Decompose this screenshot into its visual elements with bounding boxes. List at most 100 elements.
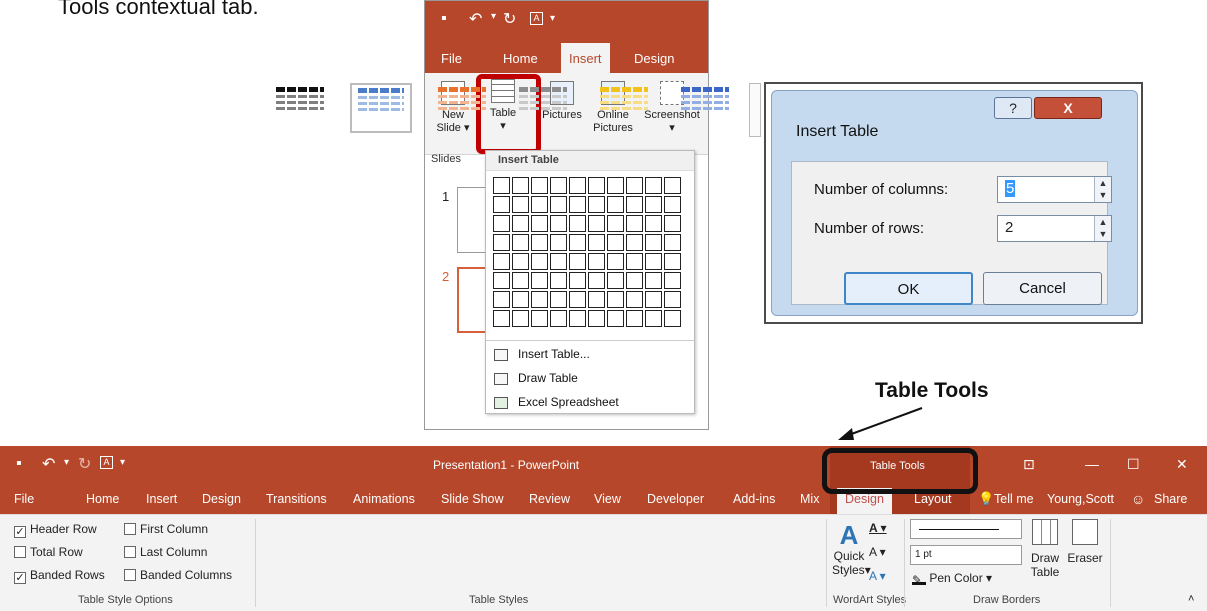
minimize-icon[interactable]: — [1085, 456, 1099, 472]
grid-cell[interactable] [588, 215, 605, 232]
grid-cell[interactable] [550, 177, 567, 194]
table-size-grid[interactable] [493, 177, 689, 327]
grid-cell[interactable] [588, 272, 605, 289]
grid-cell[interactable] [588, 234, 605, 251]
tab-mix[interactable]: Mix [800, 492, 819, 506]
text-outline-icon[interactable]: A ▾ [869, 545, 886, 559]
save-icon[interactable]: ▪ [16, 455, 22, 473]
grid-cell[interactable] [531, 310, 548, 327]
grid-cell[interactable] [645, 310, 662, 327]
grid-cell[interactable] [626, 177, 643, 194]
customize-qat-icon[interactable]: ▾ [120, 457, 125, 468]
ribbon-display-options-icon[interactable]: ⊡ [1023, 456, 1035, 473]
undo-icon[interactable]: ↶ [42, 454, 55, 474]
tab-home[interactable]: Home [86, 492, 119, 506]
tab-design[interactable]: Design [202, 492, 241, 506]
grid-cell[interactable] [607, 291, 624, 308]
grid-cell[interactable] [531, 272, 548, 289]
table-style-swatch[interactable] [593, 83, 655, 133]
tab-design[interactable]: Design [634, 51, 674, 66]
grid-cell[interactable] [664, 234, 681, 251]
banded-columns-checkbox[interactable] [124, 569, 136, 581]
grid-cell[interactable] [531, 234, 548, 251]
grid-cell[interactable] [493, 310, 510, 327]
grid-cell[interactable] [626, 234, 643, 251]
grid-cell[interactable] [645, 291, 662, 308]
grid-cell[interactable] [531, 196, 548, 213]
text-effects-icon[interactable]: A ▾ [869, 569, 886, 583]
total-row-checkbox[interactable] [14, 546, 26, 558]
redo-icon[interactable]: ↻ [503, 9, 516, 29]
grid-cell[interactable] [626, 253, 643, 270]
grid-cell[interactable] [569, 253, 586, 270]
menu-insert-table[interactable]: Insert Table... [518, 347, 590, 361]
undo-dropdown-icon[interactable]: ▾ [491, 11, 496, 22]
tab-view[interactable]: View [594, 492, 621, 506]
grid-cell[interactable] [512, 234, 529, 251]
header-row-option[interactable]: ✓ Header Row [14, 522, 97, 538]
table-style-swatch[interactable] [512, 83, 574, 133]
customize-qat-icon[interactable]: ▾ [550, 13, 555, 24]
banded-columns-option[interactable]: Banded Columns [124, 568, 232, 582]
grid-cell[interactable] [512, 177, 529, 194]
grid-cell[interactable] [550, 234, 567, 251]
grid-cell[interactable] [512, 215, 529, 232]
tab-slide-show[interactable]: Slide Show [441, 492, 504, 506]
grid-cell[interactable] [569, 215, 586, 232]
last-column-checkbox[interactable] [124, 546, 136, 558]
banded-rows-checkbox[interactable]: ✓ [14, 572, 26, 584]
grid-cell[interactable] [493, 253, 510, 270]
grid-cell[interactable] [645, 196, 662, 213]
grid-cell[interactable] [626, 215, 643, 232]
rows-value[interactable]: 2 [1005, 219, 1013, 236]
tab-insert[interactable]: Insert [561, 43, 610, 73]
close-icon[interactable]: ✕ [1176, 456, 1188, 473]
grid-cell[interactable] [493, 215, 510, 232]
redo-icon[interactable]: ↻ [78, 454, 91, 474]
grid-cell[interactable] [512, 291, 529, 308]
user-name[interactable]: Young,Scott [1047, 492, 1114, 506]
header-row-checkbox[interactable]: ✓ [14, 526, 26, 538]
grid-cell[interactable] [645, 272, 662, 289]
grid-cell[interactable] [531, 177, 548, 194]
grid-cell[interactable] [664, 291, 681, 308]
grid-cell[interactable] [664, 215, 681, 232]
close-button[interactable]: X [1034, 97, 1102, 119]
grid-cell[interactable] [626, 196, 643, 213]
grid-cell[interactable] [493, 196, 510, 213]
undo-dropdown-icon[interactable]: ▾ [64, 457, 69, 468]
grid-cell[interactable] [493, 291, 510, 308]
tab-table-layout[interactable]: Layout [914, 492, 952, 506]
grid-cell[interactable] [645, 253, 662, 270]
grid-cell[interactable] [607, 234, 624, 251]
text-fill-icon[interactable]: A ▾ [869, 521, 887, 535]
grid-cell[interactable] [569, 310, 586, 327]
grid-cell[interactable] [664, 310, 681, 327]
eraser-button[interactable]: Eraser [1065, 519, 1105, 565]
columns-spin-buttons[interactable]: ▲ ▼ [1094, 177, 1111, 202]
draw-table-button[interactable]: Draw Table [1025, 519, 1065, 579]
tab-file[interactable]: File [441, 51, 462, 66]
grid-cell[interactable] [588, 196, 605, 213]
presentation-icon[interactable]: A [100, 456, 113, 469]
grid-cell[interactable] [607, 272, 624, 289]
columns-value[interactable]: 5 [1005, 180, 1016, 197]
grid-cell[interactable] [531, 291, 548, 308]
grid-cell[interactable] [550, 196, 567, 213]
grid-cell[interactable] [550, 253, 567, 270]
table-style-swatch[interactable] [269, 83, 331, 133]
share-button[interactable]: Share [1154, 492, 1187, 506]
grid-cell[interactable] [664, 196, 681, 213]
grid-cell[interactable] [588, 253, 605, 270]
grid-cell[interactable] [569, 177, 586, 194]
collapse-ribbon-icon[interactable]: ˄ [1188, 593, 1194, 605]
first-column-option[interactable]: First Column [124, 522, 208, 536]
grid-cell[interactable] [664, 177, 681, 194]
grid-cell[interactable] [607, 196, 624, 213]
grid-cell[interactable] [569, 196, 586, 213]
tab-developer[interactable]: Developer [647, 492, 704, 506]
table-style-swatch[interactable] [431, 83, 493, 133]
grid-cell[interactable] [607, 215, 624, 232]
help-button[interactable]: ? [994, 97, 1032, 119]
gallery-scroll[interactable] [749, 83, 761, 137]
